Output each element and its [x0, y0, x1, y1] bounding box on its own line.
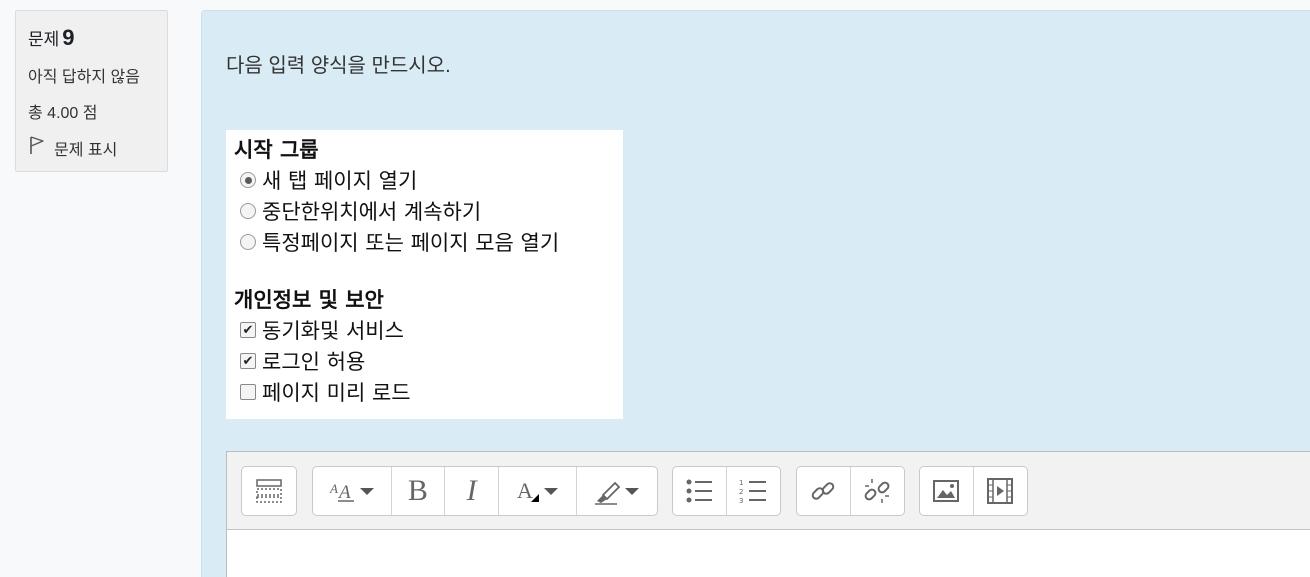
radio-empty-icon — [240, 234, 256, 250]
group-title-privacy: 개인정보 및 보안 — [234, 288, 384, 312]
unlink-button[interactable] — [851, 467, 905, 515]
radio-label: 새 탭 페이지 열기 — [262, 169, 418, 193]
radio-label: 중단한위치에서 계속하기 — [262, 200, 482, 224]
highlight-icon — [593, 477, 641, 505]
checkbox-checked-icon: ✔ — [240, 353, 256, 369]
toolbar-group-lists: 123 — [672, 466, 781, 516]
radio-empty-icon — [240, 203, 256, 219]
question-status: 아직 답하지 않음 — [28, 69, 140, 86]
svg-text:A: A — [517, 478, 533, 503]
radio-option: 중단한위치에서 계속하기 — [240, 196, 481, 226]
toolbar-group-format: AA B I A — [312, 466, 658, 516]
question-content: 다음 입력 양식을 만드시오. 시작 그룹 새 탭 페이지 열기 중단한위치에서… — [201, 10, 1310, 577]
flag-question-link[interactable]: 문제 표시 — [28, 135, 117, 160]
checkbox-label: 로그인 허용 — [262, 350, 366, 374]
editor-toolbar: AA B I A 1 2 3 — [227, 452, 1310, 530]
numbered-list-icon: 123 — [739, 478, 767, 504]
bold-button[interactable]: B — [392, 467, 446, 515]
radio-option: 특정페이지 또는 페이지 모음 열기 — [240, 227, 559, 257]
question-text: 다음 입력 양식을 만드시오. — [226, 55, 451, 77]
checkbox-label: 동기화및 서비스 — [262, 319, 404, 343]
answer-editor: AA B I A 1 2 3 — [226, 451, 1310, 577]
svg-text:3: 3 — [739, 497, 743, 504]
group-title-startup: 시작 그룹 — [234, 138, 319, 162]
toolbar-toggle-icon — [256, 479, 282, 503]
svg-text:A: A — [337, 482, 351, 503]
toolbar-group-links — [796, 466, 905, 516]
question-number: 9 — [62, 25, 75, 50]
font-size-icon: AA — [328, 478, 376, 504]
font-size-button[interactable]: AA — [313, 467, 392, 515]
checkbox-option: ✔ 로그인 허용 — [240, 346, 365, 376]
checkbox-empty-icon — [240, 384, 256, 400]
checkbox-checked-icon: ✔ — [240, 322, 256, 338]
italic-button[interactable]: I — [445, 467, 499, 515]
svg-text:2: 2 — [739, 488, 743, 496]
question-image: 시작 그룹 새 탭 페이지 열기 중단한위치에서 계속하기 특정페이지 또는 페… — [226, 130, 623, 419]
toolbar-toggle-button[interactable] — [242, 467, 296, 515]
link-icon — [809, 477, 837, 505]
link-button[interactable] — [797, 467, 851, 515]
question-number-line: 문제 9 — [28, 25, 75, 51]
flag-label[interactable]: 문제 표시 — [54, 136, 117, 160]
radio-option: 새 탭 페이지 열기 — [240, 165, 417, 195]
ordered-list-button[interactable]: 123 — [727, 467, 781, 515]
checkbox-option: 페이지 미리 로드 — [240, 377, 411, 407]
radio-label: 특정페이지 또는 페이지 모음 열기 — [262, 231, 560, 255]
checkbox-label: 페이지 미리 로드 — [262, 381, 411, 405]
image-icon — [932, 478, 960, 504]
question-mark: 총 4.00 점 — [28, 105, 98, 122]
svg-text:1: 1 — [739, 479, 743, 487]
media-button[interactable] — [974, 467, 1028, 515]
bullet-list-icon — [685, 478, 713, 504]
radio-selected-icon — [240, 172, 256, 188]
font-color-icon: A — [515, 478, 561, 504]
editor-text-area[interactable] — [227, 530, 1310, 577]
checkbox-option: ✔ 동기화및 서비스 — [240, 315, 404, 345]
toolbar-group-toggle — [241, 466, 297, 516]
flag-icon[interactable] — [28, 135, 46, 160]
svg-text:A: A — [329, 481, 338, 496]
film-icon — [986, 477, 1014, 505]
unlink-icon — [863, 477, 891, 505]
highlight-button[interactable] — [577, 467, 657, 515]
question-label: 문제 — [28, 30, 60, 49]
question-info-panel: 문제 9 아직 답하지 않음 총 4.00 점 문제 표시 — [15, 10, 168, 172]
font-color-button[interactable]: A — [499, 467, 578, 515]
toolbar-group-media — [919, 466, 1028, 516]
image-button[interactable] — [920, 467, 974, 515]
unordered-list-button[interactable] — [673, 467, 727, 515]
